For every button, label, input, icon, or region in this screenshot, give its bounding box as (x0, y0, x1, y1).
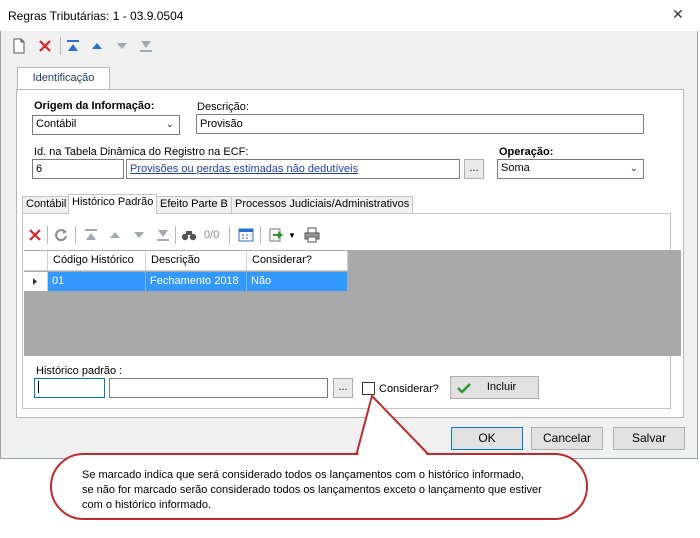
callout-text: Se marcado indica que será considerado t… (82, 468, 582, 513)
callout-pointer-mask (358, 399, 428, 456)
callout-line-3: com o histórico informado. (82, 499, 211, 511)
callout-line-2: se não for marcado serão considerado tod… (82, 484, 542, 496)
callout-line-1: Se marcado indica que será considerado t… (82, 469, 525, 481)
